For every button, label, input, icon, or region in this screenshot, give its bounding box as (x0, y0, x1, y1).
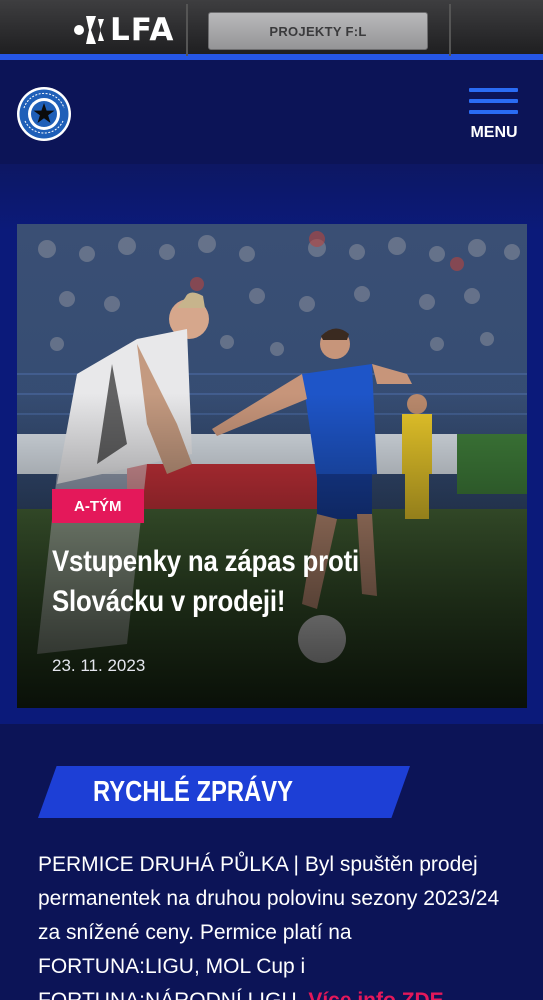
quick-news-body: PERMICE DRUHÁ PŮLKA | Byl spuštěn prodej… (38, 853, 500, 1000)
hamburger-icon (469, 110, 518, 114)
quick-news-text: PERMICE DRUHÁ PŮLKA | Byl spuštěn prodej… (38, 848, 513, 1000)
club-crest-icon[interactable] (16, 86, 72, 142)
quick-news-section: RYCHLÉ ZPRÁVY PERMICE DRUHÁ PŮLKA | Byl … (0, 724, 543, 1000)
club-header: MENU (0, 66, 543, 164)
photo-overlay (17, 224, 527, 708)
article-date: 23. 11. 2023 (52, 656, 146, 675)
lfa-topbar: LFA PROJEKTY F:L (0, 0, 543, 60)
quick-news-heading: RYCHLÉ ZPRÁVY (38, 766, 410, 818)
category-tag[interactable]: A-TÝM (52, 489, 144, 523)
topbar-divider (449, 4, 451, 56)
hamburger-icon (469, 99, 518, 103)
quick-news-title: RYCHLÉ ZPRÁVY (93, 776, 293, 808)
lfa-logo[interactable]: LFA (72, 12, 174, 48)
menu-label: MENU (470, 124, 518, 141)
projects-button[interactable]: PROJEKTY F:L (208, 12, 428, 50)
article-headline[interactable]: Vstupenky na zápas proti Slovácku v prod… (52, 542, 430, 622)
lfa-logo-text: LFA (110, 12, 175, 48)
featured-article-card[interactable]: A-TÝM Vstupenky na zápas proti Slovácku … (17, 224, 527, 708)
menu-button[interactable]: MENU (466, 88, 522, 144)
hamburger-icon (469, 88, 518, 92)
topbar-divider (186, 4, 188, 56)
quick-news-more-link[interactable]: Více info ZDE (308, 989, 443, 1000)
lfa-mark-icon (74, 16, 104, 44)
